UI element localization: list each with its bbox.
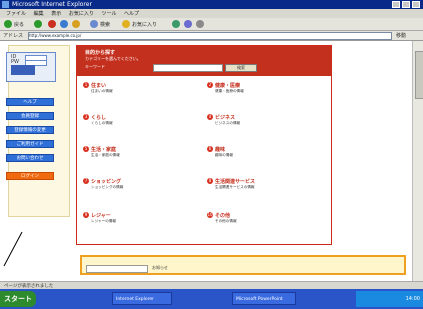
maximize-button[interactable] xyxy=(402,1,410,8)
category-title[interactable]: ショッピング xyxy=(91,178,121,185)
category-title[interactable]: 生活・家庭 xyxy=(91,146,116,153)
login-box: ID PW xyxy=(6,52,56,82)
category-lead: カテゴリーを選んでください。 xyxy=(85,56,141,61)
mouse-pointer-icon xyxy=(3,231,23,267)
menu-file[interactable]: ファイル xyxy=(6,10,26,17)
notice-field[interactable] xyxy=(86,265,148,273)
scrollbar-thumb[interactable] xyxy=(415,51,423,99)
menu-favorites[interactable]: お気に入り xyxy=(69,10,94,17)
vertical-scrollbar[interactable] xyxy=(412,41,423,281)
category-description: 健康・医療の情報 xyxy=(215,89,244,93)
category-title[interactable]: くらし xyxy=(91,114,106,121)
back-label[interactable]: 戻る xyxy=(14,21,24,28)
menu-view[interactable]: 表示 xyxy=(51,10,61,17)
forward-icon[interactable] xyxy=(34,20,42,28)
category-title[interactable]: ビジネス xyxy=(215,114,235,121)
category-description: ショッピングの情報 xyxy=(91,185,124,189)
category-number: 3 xyxy=(83,114,89,120)
category-description: 生活関連サービスの情報 xyxy=(215,185,255,189)
category-description: ビジネスの情報 xyxy=(215,121,241,125)
go-button[interactable]: 移動 xyxy=(396,32,406,39)
minimize-button[interactable] xyxy=(392,1,400,8)
print-icon[interactable] xyxy=(196,20,204,28)
menu-bar: ファイル 編集 表示 お気に入り ツール ヘルプ xyxy=(0,9,423,18)
sidebar-button-change-info[interactable]: 登録情報の変更 xyxy=(6,126,54,134)
sidebar-button-register[interactable]: 会員登録 xyxy=(6,112,54,120)
category-description: 趣味の情報 xyxy=(215,153,233,157)
address-bar: アドレス http://www.example.co.jp/ 移動 xyxy=(0,31,423,41)
category-number: 4 xyxy=(207,114,213,120)
sidebar-button-login[interactable]: ログイン xyxy=(6,172,54,180)
stop-icon[interactable] xyxy=(48,20,56,28)
category-title[interactable]: その他 xyxy=(215,212,230,219)
category-title[interactable]: 健康・医療 xyxy=(215,82,240,89)
window-title: Microsoft Internet Explorer xyxy=(12,1,92,8)
url-input[interactable]: http://www.example.co.jp/ xyxy=(28,32,392,40)
category-description: その他の情報 xyxy=(215,219,237,223)
category-title[interactable]: レジャー xyxy=(91,212,111,219)
taskbar-item-powerpoint[interactable]: Microsoft PowerPoint xyxy=(232,292,296,305)
menu-tools[interactable]: ツール xyxy=(101,10,116,17)
home-icon[interactable] xyxy=(72,20,80,28)
category-header: 目的から探す カテゴリーを選んでください。 キーワード 検索 xyxy=(77,46,331,76)
category-number: 7 xyxy=(83,178,89,184)
category-number: 8 xyxy=(207,178,213,184)
category-number: 5 xyxy=(83,146,89,152)
window-titlebar: Microsoft Internet Explorer xyxy=(0,0,423,9)
category-title[interactable]: 趣味 xyxy=(215,146,225,153)
mail-icon[interactable] xyxy=(184,20,192,28)
keyword-label: キーワード xyxy=(85,64,105,69)
notice-text: お知らせ xyxy=(152,265,168,270)
category-title[interactable]: 住まい xyxy=(91,82,106,89)
menu-help[interactable]: ヘルプ xyxy=(124,10,139,17)
category-title[interactable]: 生活関連サービス xyxy=(215,178,255,185)
search-icon[interactable] xyxy=(90,20,98,28)
refresh-icon[interactable] xyxy=(60,20,68,28)
keyword-search-button[interactable]: 検索 xyxy=(225,64,257,72)
history-icon[interactable] xyxy=(172,20,180,28)
category-number: 2 xyxy=(207,82,213,88)
taskbar-item-browser[interactable]: Internet Explorer xyxy=(112,292,172,305)
category-description: レジャーの情報 xyxy=(91,219,116,223)
browser-icon xyxy=(2,1,9,8)
category-panel: 目的から探す カテゴリーを選んでください。 キーワード 検索 1 住まい 住まい… xyxy=(76,45,332,245)
search-label[interactable]: 検索 xyxy=(100,21,110,28)
address-label: アドレス xyxy=(3,33,24,39)
favorites-label[interactable]: お気に入り xyxy=(132,21,157,28)
category-number: 6 xyxy=(207,146,213,152)
back-icon[interactable] xyxy=(4,20,12,28)
category-number: 10 xyxy=(207,212,213,218)
category-number: 1 xyxy=(83,82,89,88)
sidebar-button-guide[interactable]: ご利用ガイド xyxy=(6,140,54,148)
browser-toolbar: 戻る 検索 お気に入り xyxy=(0,18,423,31)
sidebar-button-contact[interactable]: お問い合わせ xyxy=(6,154,54,162)
start-button[interactable]: スタート xyxy=(0,291,36,307)
keyword-input[interactable] xyxy=(153,64,223,72)
taskbar: スタート Internet Explorer Microsoft PowerPo… xyxy=(0,289,423,309)
menu-edit[interactable]: 編集 xyxy=(34,10,44,17)
category-number: 9 xyxy=(83,212,89,218)
system-tray-clock: 14:00 xyxy=(356,291,423,307)
category-heading: 目的から探す xyxy=(85,50,116,56)
favorites-icon[interactable] xyxy=(122,20,130,28)
login-banner[interactable] xyxy=(11,65,35,75)
category-description: 生活・家庭の情報 xyxy=(91,153,120,157)
sidebar-button-help[interactable]: ヘルプ xyxy=(6,98,54,106)
close-button[interactable] xyxy=(412,1,420,8)
notice-box: お知らせ xyxy=(80,255,406,275)
category-description: くらしの情報 xyxy=(91,121,113,125)
category-description: 住まいの情報 xyxy=(91,89,113,93)
